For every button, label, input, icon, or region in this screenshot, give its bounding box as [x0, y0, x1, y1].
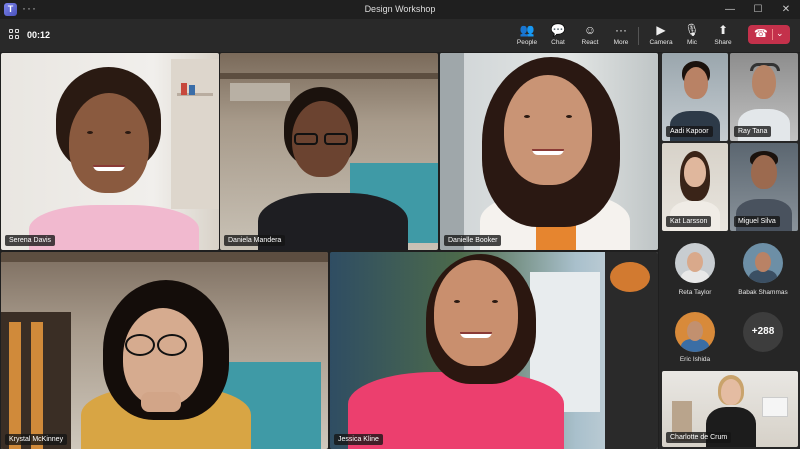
participant-name: Krystal McKinney — [5, 434, 68, 445]
share-icon: ⬆ — [717, 23, 729, 37]
camera-icon: ▶ — [656, 23, 666, 37]
chat-icon: 💬 — [550, 23, 566, 37]
participant-name: Jessica Kline — [334, 434, 383, 445]
participant-name: Danielle Booker — [444, 235, 502, 246]
meeting-timer: 00:12 — [27, 30, 51, 40]
participant-name: Kat Larsson — [666, 216, 712, 227]
participant-name: Eric Ishida — [679, 356, 711, 363]
react-icon: ☺ — [583, 23, 597, 37]
video-tile-daniela-mandera[interactable]: Daniela Mandera — [220, 53, 438, 250]
more-button[interactable]: ··· More — [605, 23, 637, 51]
share-label: Share — [714, 39, 732, 46]
more-participants-button[interactable]: +288 — [743, 312, 783, 352]
phone-hangup-icon: ☎ — [754, 28, 768, 40]
more-label: More — [613, 39, 629, 46]
participant-name: Babak Shammas — [738, 289, 788, 296]
share-button[interactable]: ⬆ Share — [707, 23, 739, 51]
chevron-down-icon[interactable]: ⌄ — [776, 28, 784, 39]
self-view-charlotte-de-crum[interactable]: Charlotte de Crum — [662, 371, 798, 447]
avatar-eric-ishida[interactable] — [675, 312, 715, 352]
participant-name: Ray Tana — [734, 126, 772, 137]
participant-name: Reta Taylor — [678, 289, 712, 296]
video-tile-kat-larsson[interactable]: Kat Larsson — [662, 143, 728, 231]
react-label: React — [581, 39, 599, 46]
minimize-button[interactable]: — — [716, 0, 744, 19]
chat-label: Chat — [551, 39, 565, 46]
camera-label: Camera — [649, 39, 673, 46]
toolbar-divider — [638, 27, 639, 45]
participant-name: Aadi Kapoor — [666, 126, 713, 137]
video-tile-aadi-kapoor[interactable]: Aadi Kapoor — [662, 53, 728, 141]
camera-button[interactable]: ▶ Camera — [645, 23, 677, 51]
video-tile-ray-tana[interactable]: Ray Tana — [730, 53, 798, 141]
people-icon: 👥 — [519, 23, 535, 37]
hangup-separator — [772, 29, 773, 40]
mic-label: Mic — [686, 39, 698, 46]
mic-button[interactable]: 🎙 Mic — [676, 23, 708, 51]
window-title: Design Workshop — [364, 4, 436, 14]
avatar-reta-taylor[interactable] — [675, 243, 715, 283]
video-tile-serena-davis[interactable]: Serena Davis — [1, 53, 219, 250]
video-tile-jessica-kline[interactable]: Jessica Kline — [330, 252, 658, 449]
react-button[interactable]: ☺ React — [574, 23, 606, 51]
participant-name: Miguel Silva — [734, 216, 780, 227]
more-icon: ··· — [615, 23, 627, 37]
title-bar: T ··· Design Workshop — ☐ ✕ — [0, 0, 800, 19]
avatar-babak-shammas[interactable] — [743, 243, 783, 283]
participant-name: Charlotte de Crum — [666, 432, 732, 443]
close-button[interactable]: ✕ — [772, 0, 800, 19]
chat-button[interactable]: 💬 Chat — [542, 23, 574, 51]
video-tile-miguel-silva[interactable]: Miguel Silva — [730, 143, 798, 231]
video-tile-danielle-booker[interactable]: Danielle Booker — [440, 53, 658, 250]
video-tile-krystal-mckinney[interactable]: Krystal McKinney — [1, 252, 328, 449]
meeting-toolbar: 00:12 👥 People 💬 Chat ☺ React ··· More ▶… — [0, 19, 800, 52]
layout-grid-icon[interactable] — [9, 29, 20, 40]
participant-name: Daniela Mandera — [224, 235, 286, 246]
mic-icon: 🎙 — [684, 23, 700, 37]
people-button[interactable]: 👥 People — [511, 23, 543, 51]
people-label: People — [516, 39, 538, 46]
participant-name: Serena Davis — [5, 235, 56, 246]
maximize-button[interactable]: ☐ — [744, 0, 772, 19]
hang-up-button[interactable]: ☎ ⌄ — [748, 25, 790, 44]
